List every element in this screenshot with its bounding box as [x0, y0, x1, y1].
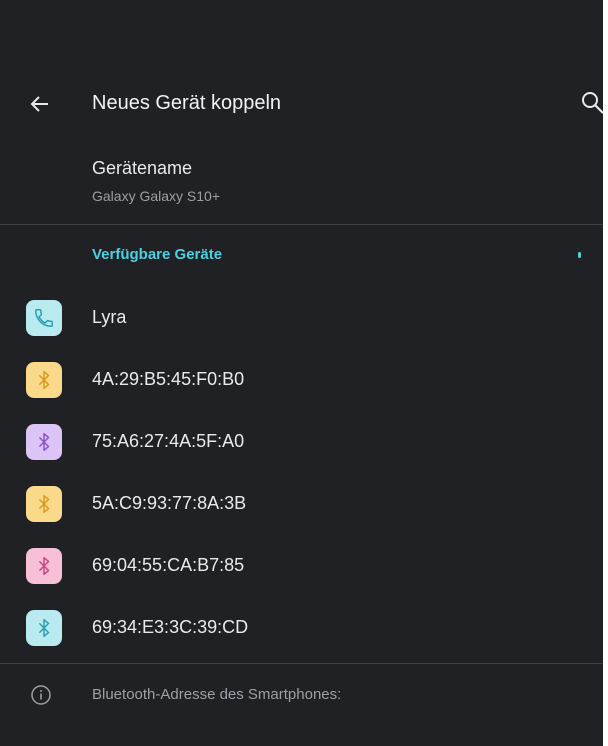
device-name: 5A:C9:93:77:8A:3B — [92, 493, 247, 513]
device-item[interactable]: Lyra — [0, 287, 603, 349]
bluetooth-address-info: Bluetooth-Adresse des Smartphones: — [0, 666, 603, 722]
device-name: 75:A6:27:4A:5F:A0 — [92, 431, 245, 451]
bluetooth-icon — [26, 486, 62, 522]
phone-icon — [26, 300, 62, 336]
bluetooth-icon — [26, 362, 62, 398]
app-bar: Neues Gerät koppeln — [0, 72, 606, 136]
device-item[interactable]: 4A:29:B5:45:F0:B0 — [0, 349, 603, 411]
section-header-available-devices: Verfügbare Geräte — [92, 246, 223, 263]
bluetooth-icon — [26, 548, 62, 584]
device-name: 69:34:E3:3C:39:CD — [92, 617, 249, 637]
arrow-left-icon — [30, 96, 48, 112]
device-item[interactable]: 5A:C9:93:77:8A:3B — [0, 473, 603, 535]
device-name: 4A:29:B5:45:F0:B0 — [92, 369, 245, 389]
device-item[interactable]: 75:A6:27:4A:5F:A0 — [0, 411, 603, 473]
info-icon — [31, 685, 51, 705]
device-name-value: Galaxy Galaxy S10+ — [92, 188, 221, 204]
page-title: Neues Gerät koppeln — [92, 92, 282, 114]
divider — [0, 663, 603, 664]
search-button[interactable] — [580, 90, 606, 116]
device-item[interactable]: 69:34:E3:3C:39:CD — [0, 597, 603, 659]
search-icon — [582, 92, 604, 114]
device-name: 69:04:55:CA:B7:85 — [92, 555, 245, 575]
device-item[interactable]: 69:04:55:CA:B7:85 — [0, 535, 603, 597]
back-button[interactable] — [24, 88, 56, 120]
bluetooth-icon — [26, 424, 62, 460]
bluetooth-address-text: Bluetooth-Adresse des Smartphones: — [92, 686, 342, 703]
bluetooth-icon — [26, 610, 62, 646]
device-name-label: Gerätename — [92, 158, 193, 178]
scanning-indicator — [578, 252, 581, 258]
divider — [0, 224, 603, 225]
device-name: Lyra — [92, 307, 127, 327]
device-name-setting[interactable]: Gerätename Galaxy Galaxy S10+ — [0, 152, 603, 224]
